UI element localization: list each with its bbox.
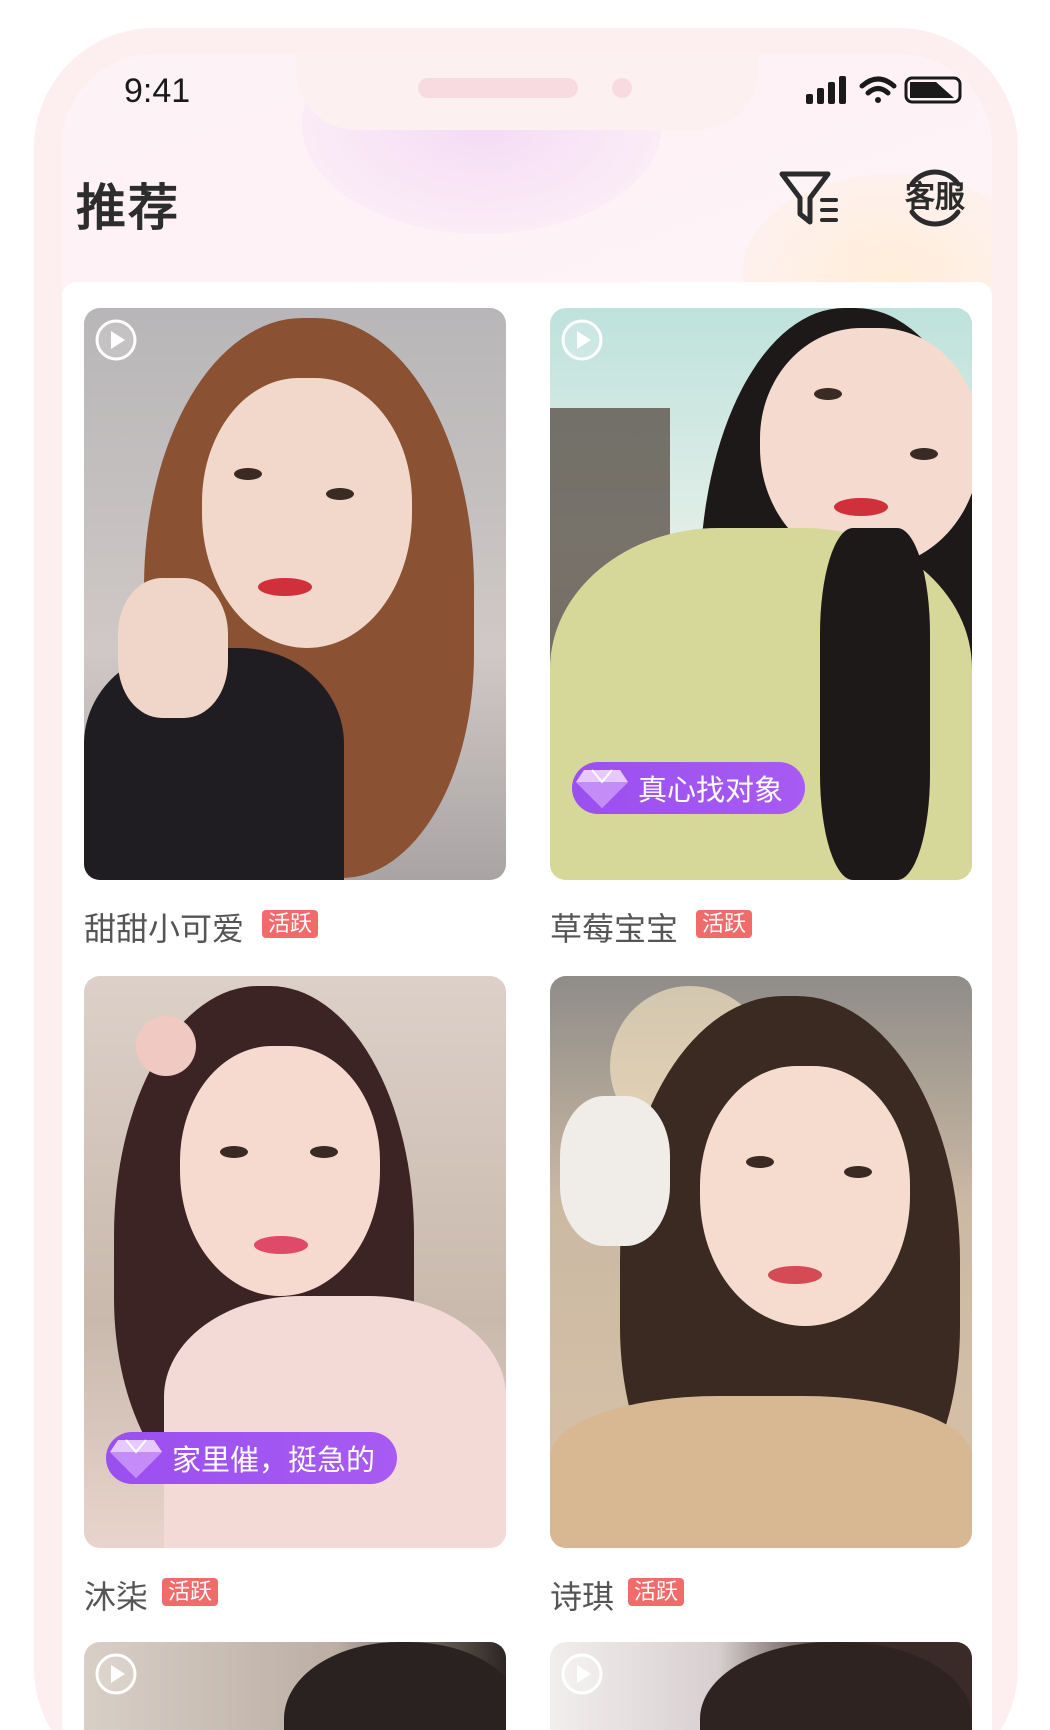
notch-camera (612, 78, 632, 98)
profile-card[interactable] (84, 1642, 506, 1730)
profile-photo[interactable] (550, 976, 972, 1548)
profile-card[interactable]: 家里催，挺急的 沐柒 活跃 (84, 976, 506, 1616)
signal-icon (806, 76, 846, 104)
profile-name: 甜甜小可爱 (84, 911, 245, 947)
active-badge: 活跃 (162, 1578, 219, 1606)
profile-name: 草莓宝宝 (550, 911, 679, 947)
active-badge: 活跃 (262, 910, 319, 938)
play-icon[interactable] (560, 318, 604, 362)
status-time: 9:41 (124, 72, 191, 110)
profile-photo[interactable] (550, 1642, 972, 1730)
customer-service-icon: 客服 (905, 169, 966, 227)
active-badge: 活跃 (628, 1578, 685, 1606)
play-icon[interactable] (94, 1652, 138, 1696)
wifi-icon (859, 76, 897, 103)
motto-tag-text: 家里催，挺急的 (172, 1445, 376, 1477)
profile-photo[interactable] (84, 308, 506, 880)
profile-photo[interactable]: 真心找对象 (550, 308, 972, 880)
diamond-icon (576, 769, 628, 808)
profile-name: 沐柒 (84, 1579, 149, 1615)
page-title: 推荐 (76, 180, 180, 236)
status-icons (806, 74, 966, 106)
profile-name: 诗琪 (550, 1579, 615, 1615)
customer-service-button[interactable]: 客服 (900, 162, 970, 232)
profile-card[interactable]: 真心找对象 草莓宝宝 活跃 (550, 308, 972, 948)
filter-button[interactable] (778, 168, 844, 228)
battery-icon (904, 76, 962, 104)
filter-icon (779, 171, 838, 225)
profile-photo[interactable] (84, 1642, 506, 1730)
notch-speaker (418, 78, 578, 98)
motto-tag-text: 真心找对象 (638, 775, 784, 807)
customer-service-label: 客服 (905, 180, 966, 215)
play-icon[interactable] (560, 1652, 604, 1696)
diamond-icon (110, 1439, 162, 1478)
play-icon[interactable] (94, 318, 138, 362)
profile-card[interactable] (550, 1642, 972, 1730)
profile-card[interactable]: 甜甜小可爱 活跃 (84, 308, 506, 948)
profile-card[interactable]: 诗琪 活跃 (550, 976, 972, 1616)
motto-tag: 真心找对象 (572, 762, 806, 814)
profile-photo[interactable]: 家里催，挺急的 (84, 976, 506, 1548)
active-badge: 活跃 (696, 910, 753, 938)
motto-tag: 家里催，挺急的 (106, 1432, 398, 1484)
